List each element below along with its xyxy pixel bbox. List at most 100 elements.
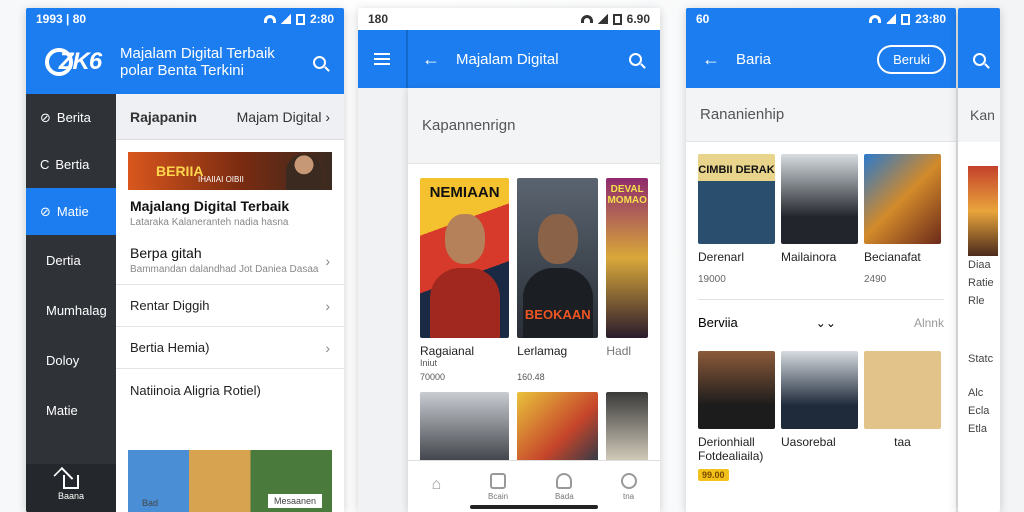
sidebar-item-berita[interactable]: ⊘ Berita xyxy=(26,94,116,141)
nav-home[interactable]: ⌂ xyxy=(431,476,441,497)
link-icon: ⊘ xyxy=(40,203,51,219)
battery-icon xyxy=(295,13,305,25)
cover-caption: Ragaianal Iniut 70000 xyxy=(420,344,475,382)
search-icon[interactable] xyxy=(968,48,990,70)
sidebar-item-dertia[interactable]: Dertia xyxy=(26,235,116,285)
tab-rajapanin[interactable]: Rajapanin xyxy=(130,109,197,125)
main-content: Rananienhip CIMBII DERAK Derenarl 19000 M… xyxy=(686,88,956,512)
photo-strip[interactable]: Bad Mesaanen xyxy=(128,450,332,512)
list-item[interactable]: Natiinoia Aligria Rotiel) xyxy=(116,369,344,411)
cover-caption: Derenarl 19000 xyxy=(698,250,745,285)
cover-caption: Hadl xyxy=(606,344,632,358)
magazine-cover[interactable] xyxy=(864,351,941,429)
app-header: ZK6 Majalam Digital Terbaik polar Benta … xyxy=(26,30,344,94)
tab-row: Rajapanin Majam Digital › xyxy=(116,94,344,140)
app-logo[interactable]: ZK6 xyxy=(40,42,106,82)
phone-screen-3: 60 23:80 ← Baria Beruki Rananienhip CIMB… xyxy=(686,8,956,512)
main-content: Rajapanin Majam Digital › BERIIA IHAIIAI… xyxy=(116,94,344,512)
list-item[interactable]: Bertia Hemia) › xyxy=(116,327,344,369)
tab-majam-digital[interactable]: Majam Digital › xyxy=(237,109,330,125)
profile-icon xyxy=(620,472,637,489)
cover-caption: Derionhiall Fotdealiaila) 99.00 xyxy=(698,435,764,481)
price-badge: 99.00 xyxy=(698,469,729,481)
section-header: Berviia ⌄⌄ Alnnk xyxy=(698,299,944,345)
gesture-bar xyxy=(470,505,598,509)
magazine-cover[interactable]: DEVAL MOMAO xyxy=(606,178,648,338)
home-icon xyxy=(63,475,79,489)
sidebar-item-mumhalag[interactable]: Mumhalag xyxy=(26,285,116,335)
page-title: Majalam Digital xyxy=(456,50,559,68)
nav-bada[interactable]: Bada xyxy=(555,472,574,501)
nav-tna[interactable]: tna xyxy=(620,472,637,501)
cover-caption: Becianafat 2490 xyxy=(864,250,921,285)
cover-caption: Diaa Ratie Rle Statc Alc Ecla Etla xyxy=(968,259,994,435)
nav-home[interactable]: Baana xyxy=(26,464,116,512)
magazine-cover[interactable] xyxy=(781,351,858,429)
signal-icon xyxy=(597,14,608,24)
status-time: 1993 | 80 xyxy=(36,12,87,26)
list-item[interactable]: Rentar Diggih › xyxy=(116,285,344,327)
see-more-link[interactable]: Alnnk xyxy=(914,316,944,330)
signal-icon xyxy=(280,14,291,24)
magazine-cover[interactable] xyxy=(517,392,599,464)
back-arrow-icon[interactable]: ← xyxy=(700,48,722,70)
wifi-icon xyxy=(869,15,882,23)
cover-caption: Uasorebal xyxy=(781,435,836,449)
status-bar: 180 6.90 xyxy=(358,8,660,30)
app-header: ← Baria Beruki xyxy=(686,30,956,88)
sidebar-item-matie[interactable]: ⊘ Matie xyxy=(26,188,116,235)
cover-grid xyxy=(408,382,660,464)
sidebar-item-doloy[interactable]: Doloy xyxy=(26,335,116,385)
cover-grid: CIMBII DERAK xyxy=(686,142,956,244)
magazine-cover[interactable]: BEOKAAN xyxy=(517,178,599,338)
bottom-tab[interactable]: Bad xyxy=(142,498,158,508)
phone-screen-1: 1993 | 80 2:80 ZK6 Majalam Digital Terba… xyxy=(26,8,344,512)
magazine-cover[interactable]: NEMIAAN xyxy=(420,178,510,338)
bottom-navigation: ⌂ Bcain Bada tna xyxy=(408,460,660,512)
bag-icon xyxy=(556,472,573,489)
search-icon[interactable] xyxy=(624,48,646,70)
phone-screen-4: Kan Diaa Ratie Rle Statc Alc Ecla Etla xyxy=(958,8,1000,512)
wifi-icon xyxy=(580,15,593,23)
list-item[interactable]: Berpa gitah Bammandan dalandhad Jot Dani… xyxy=(116,237,344,285)
sidebar: ⊘ Berita C Bertia ⊘ Matie Dertia Mumhala… xyxy=(26,94,116,512)
magazine-cover[interactable] xyxy=(864,154,941,244)
cover-grid: NEMIAAN BEOKAAN DEVAL MOMAO xyxy=(408,164,660,338)
screenshot-collage: 1993 | 80 2:80 ZK6 Majalam Digital Terba… xyxy=(0,0,1024,512)
banner-photo xyxy=(286,154,322,190)
section-title: Kapannenrign xyxy=(408,88,660,164)
magazine-cover[interactable]: CIMBII DERAK xyxy=(698,154,775,244)
cover-caption: Lerlamag 160.48 xyxy=(517,344,568,382)
battery-icon xyxy=(901,13,911,25)
feature-article[interactable]: Majalang Digital Terbaik Lataraka Kalane… xyxy=(116,190,344,237)
cover-grid xyxy=(686,345,956,429)
magazine-cover[interactable] xyxy=(420,392,510,464)
wifi-icon xyxy=(263,15,276,23)
menu-button[interactable] xyxy=(358,30,408,88)
home-icon: ⌂ xyxy=(431,476,442,493)
page-title: Baria xyxy=(736,50,772,68)
magazine-cover[interactable] xyxy=(968,166,998,256)
sidebar-item-bertia[interactable]: C Bertia xyxy=(26,141,116,188)
promo-banner[interactable]: BERIIA IHAIIAI OIBII xyxy=(128,152,332,190)
magazine-cover[interactable] xyxy=(698,351,775,429)
signal-icon xyxy=(886,14,897,24)
nav-bcain[interactable]: Bcain xyxy=(488,472,508,501)
hamburger-icon xyxy=(374,53,390,65)
back-arrow-icon[interactable]: ← xyxy=(420,48,442,70)
search-icon[interactable] xyxy=(308,51,330,73)
chevron-down-icon[interactable]: ⌄⌄ xyxy=(816,316,836,330)
phone-screen-2: 180 6.90 ← Majalam Digital Kapannenrign … xyxy=(358,8,660,512)
main-content: Kapannenrign NEMIAAN BEOKAAN DEVAL MOMAO xyxy=(408,88,660,512)
cover-caption: taa xyxy=(894,435,911,449)
magazine-cover[interactable] xyxy=(606,392,648,464)
section-title: Rananienhip xyxy=(686,88,956,142)
sidebar-item-matie-2[interactable]: Matie xyxy=(26,385,116,435)
bottom-tab[interactable]: Mesaanen xyxy=(267,494,322,508)
magazine-cover[interactable] xyxy=(781,154,858,244)
cover-caption: Mailainora xyxy=(781,250,837,264)
beruki-button[interactable]: Beruki xyxy=(877,44,946,74)
section-title: Kan xyxy=(958,88,1000,142)
chevron-right-icon: › xyxy=(325,297,330,314)
status-bar: 1993 | 80 2:80 xyxy=(26,8,344,30)
